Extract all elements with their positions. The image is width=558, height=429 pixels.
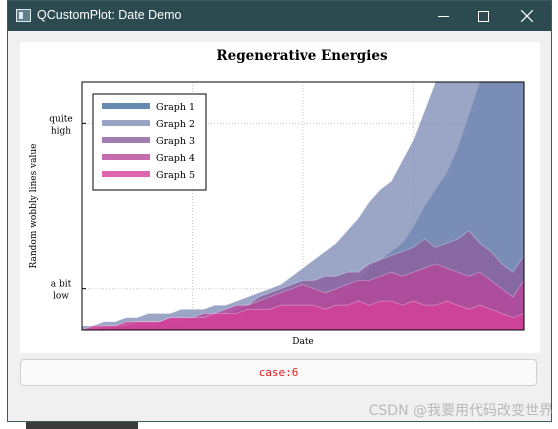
legend-label-4: Graph 4 <box>156 153 195 164</box>
watermark: CSDN @我要用代码改变世界 <box>368 403 553 419</box>
chart-title: Regenerative Energies <box>216 48 388 64</box>
x-axis-label: Date <box>292 337 314 347</box>
y-tick-label-1: quite high <box>49 114 72 136</box>
close-icon <box>521 10 533 22</box>
minimize-icon <box>437 15 449 17</box>
maximize-button[interactable] <box>460 1 506 31</box>
legend-swatch-4 <box>102 154 150 160</box>
taskbar-fragment <box>26 422 138 429</box>
legend-label-5: Graph 5 <box>156 170 195 181</box>
legend: Graph 1 Graph 2 Graph 3 Graph 4 Graph 5 <box>92 93 207 191</box>
plot-widget[interactable]: Regenerative Energies a bit low quite high … <box>20 42 540 353</box>
legend-label-1: Graph 1 <box>156 102 195 113</box>
legend-label-3: Graph 3 <box>156 136 195 147</box>
legend-swatch-1 <box>102 103 150 109</box>
y-tick-label-0: a bit low <box>51 280 72 302</box>
legend-swatch-2 <box>102 120 150 126</box>
chart: Regenerative Energies a bit lowquite high … <box>29 48 525 347</box>
y-axis-label: Random wobbly lines value <box>29 144 39 269</box>
case-button[interactable]: case:6 <box>20 359 537 386</box>
legend-swatch-3 <box>102 137 150 143</box>
app-window: QCustomPlot: Date Demo Regenerative Ener… <box>7 0 552 422</box>
y-ticks: a bit low quite high <box>49 114 86 302</box>
maximize-icon <box>477 10 489 22</box>
legend-swatch-5 <box>102 171 150 177</box>
title-bar[interactable]: QCustomPlot: Date Demo <box>8 1 551 31</box>
app-icon <box>16 9 31 22</box>
close-button[interactable] <box>504 1 550 31</box>
window-title: QCustomPlot: Date Demo <box>37 8 182 22</box>
legend-label-2: Graph 2 <box>156 119 195 130</box>
